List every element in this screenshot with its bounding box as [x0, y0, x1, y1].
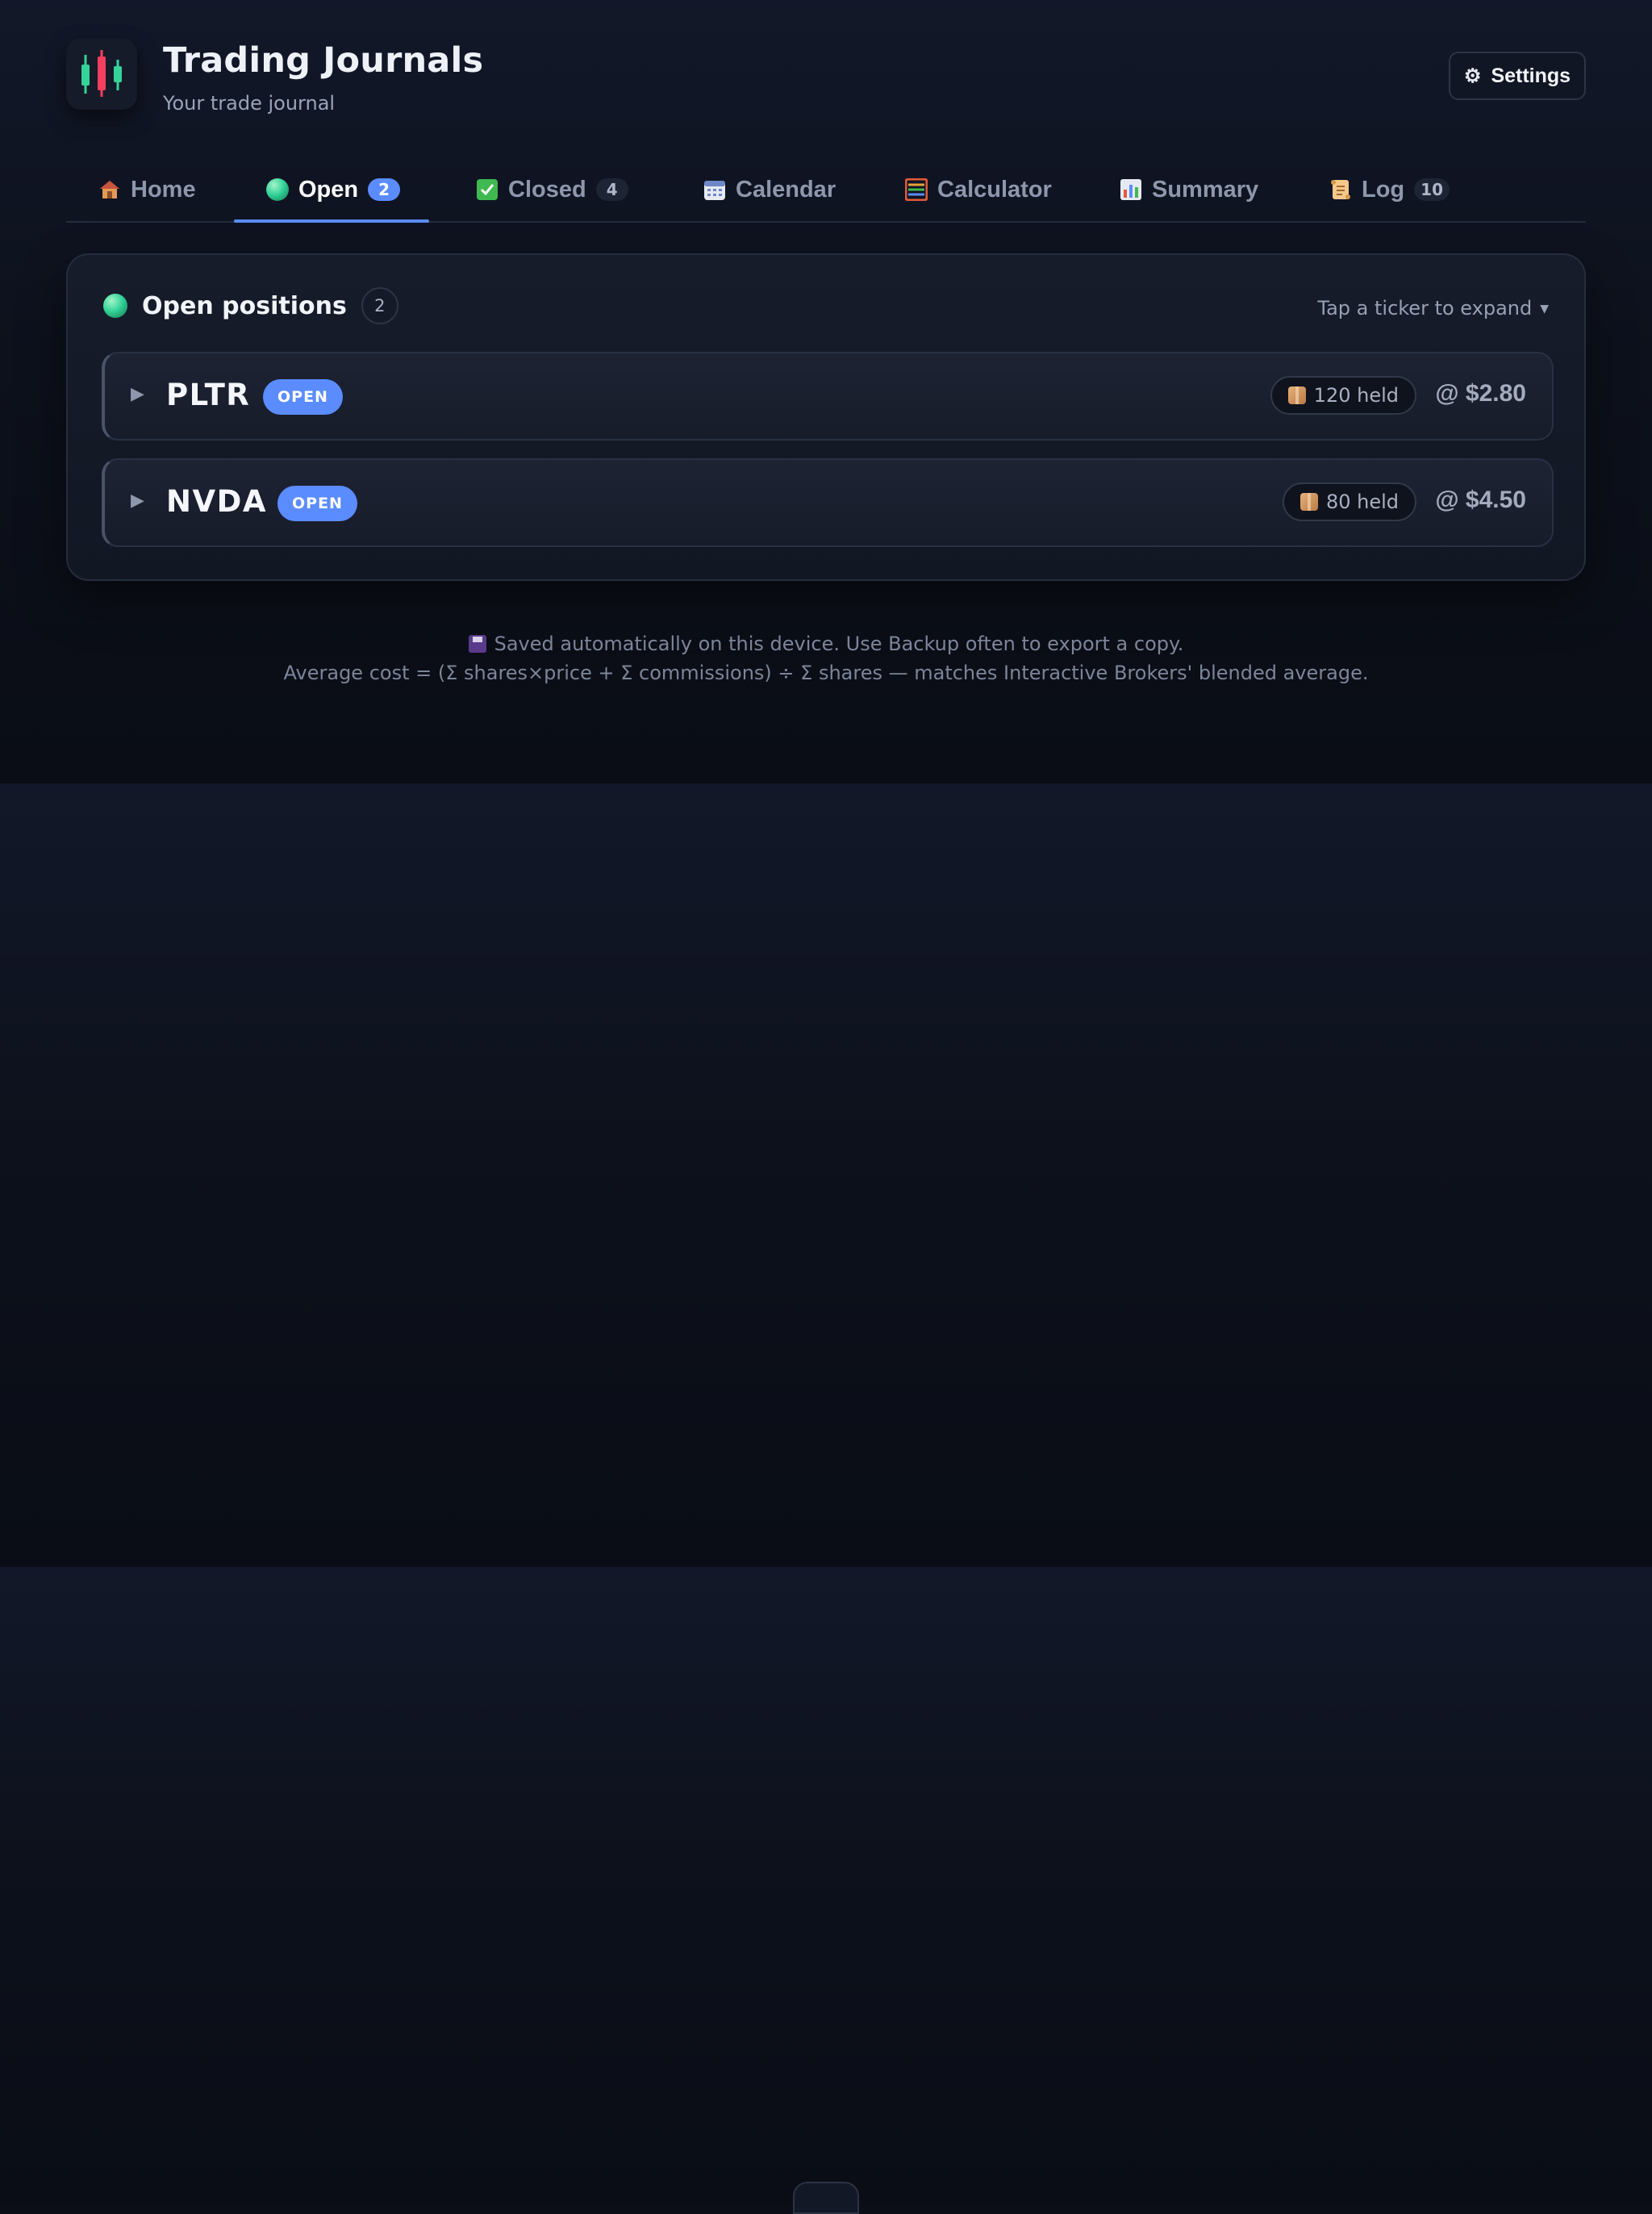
tab-summary[interactable]: Summary [1120, 158, 1258, 221]
expand-hint-text: Tap a ticker to expand [1317, 297, 1533, 320]
held-pill: 80 held [1282, 482, 1416, 521]
expand-triangle-icon[interactable]: ▶ [131, 491, 144, 511]
tab-log[interactable]: Log 10 [1329, 158, 1450, 221]
calendar-icon [703, 178, 726, 201]
package-icon [1299, 493, 1318, 511]
tab-label: Closed [508, 176, 586, 203]
status-badge: OPEN [277, 486, 357, 521]
house-icon [98, 178, 121, 201]
background-band [0, 1567, 1652, 2204]
status-badge: OPEN [263, 379, 343, 415]
ticker-symbol[interactable]: NVDA [166, 484, 267, 519]
tab-calculator[interactable]: Calculator [904, 158, 1052, 221]
tab-label: Calendar [736, 176, 836, 203]
tab-label: Calculator [937, 176, 1052, 203]
average-price: @ $4.50 [1435, 487, 1526, 513]
green-circle-icon [103, 294, 127, 318]
save-note: Saved automatically on this device. Use … [66, 629, 1586, 658]
app-container: Trading Journals Your trade journal ⚙ Se… [66, 0, 1586, 684]
abacus-icon [904, 178, 928, 202]
tab-calendar[interactable]: Calendar [703, 158, 836, 221]
save-note-text: Saved automatically on this device. Use … [494, 633, 1184, 655]
header: Trading Journals Your trade journal ⚙ Se… [66, 0, 1586, 153]
tab-label: Summary [1152, 176, 1259, 203]
tab-label: Home [131, 176, 196, 203]
tab-label: Open [298, 176, 359, 203]
held-pill: 120 held [1270, 376, 1416, 415]
footer-notes: Saved automatically on this device. Use … [66, 629, 1586, 687]
bottom-handle[interactable] [793, 2182, 859, 2214]
position-row[interactable]: ▶ PLTR OPEN 120 held @ $2.80 [102, 352, 1554, 441]
held-text: 80 held [1325, 491, 1399, 513]
panel-header: Open positions 2 [103, 287, 398, 324]
settings-label: Settings [1491, 64, 1571, 87]
background-band [0, 783, 1652, 1567]
tab-count-badge: 2 [368, 178, 401, 201]
tab-label: Log [1362, 176, 1405, 203]
average-cost-note: Average cost = (Σ shares×price + Σ commi… [283, 662, 1369, 684]
gear-icon: ⚙ [1463, 65, 1482, 87]
caret-down-icon: ▼ [1540, 303, 1549, 315]
ticker-symbol[interactable]: PLTR [166, 378, 250, 412]
tab-count-badge: 10 [1414, 178, 1450, 201]
floppy-disk-icon [468, 635, 486, 653]
expand-triangle-icon[interactable]: ▶ [131, 384, 144, 404]
held-text: 120 held [1313, 384, 1399, 407]
bar-chart-icon [1120, 178, 1142, 201]
tab-open[interactable]: Open 2 [233, 158, 430, 223]
green-circle-icon [266, 178, 289, 201]
average-price: @ $2.80 [1435, 380, 1526, 407]
position-row[interactable]: ▶ NVDA OPEN 80 held @ $4.50 [102, 458, 1554, 547]
panel-count-badge: 2 [361, 287, 398, 324]
package-icon [1287, 386, 1306, 404]
settings-button[interactable]: ⚙ Settings [1449, 52, 1586, 100]
candlestick-logo-icon [66, 39, 137, 110]
check-box-icon [476, 178, 499, 201]
tab-bar: Home Open 2 Closed 4 Calendar Calculator… [66, 158, 1586, 223]
app-subtitle: Your trade journal [163, 92, 336, 115]
tab-count-badge: 4 [595, 178, 628, 201]
panel-title: Open positions [142, 291, 347, 320]
tab-closed[interactable]: Closed 4 [476, 158, 628, 221]
app-title: Trading Journals [163, 40, 484, 81]
scroll-icon [1329, 178, 1352, 201]
open-positions-panel: Open positions 2 Tap a ticker to expand ▼… [66, 253, 1586, 581]
tab-home[interactable]: Home [98, 158, 196, 221]
expand-hint: Tap a ticker to expand ▼ [1317, 297, 1549, 320]
